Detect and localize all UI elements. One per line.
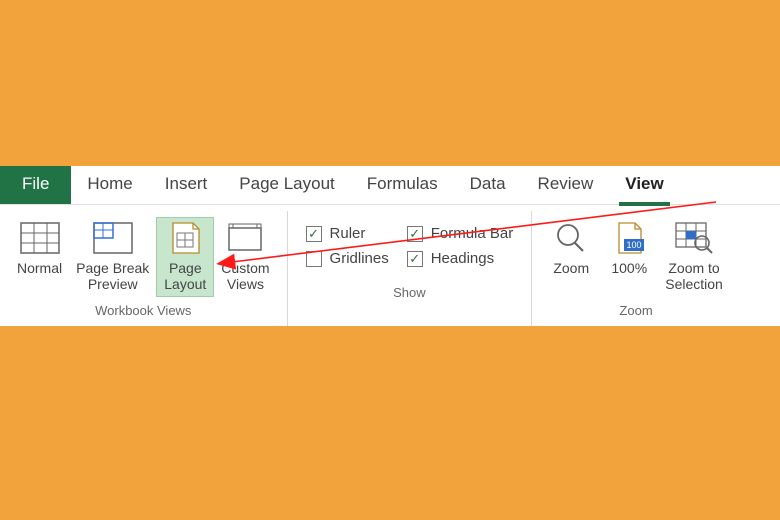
- formula-bar-label: Formula Bar: [431, 225, 514, 242]
- tab-page-layout[interactable]: Page Layout: [223, 166, 350, 204]
- tab-file[interactable]: File: [0, 166, 71, 204]
- tab-view[interactable]: View: [609, 166, 679, 204]
- formula-bar-checkbox[interactable]: ✓ Formula Bar: [407, 225, 514, 242]
- normal-button[interactable]: Normal: [10, 217, 69, 297]
- custom-views-label: Custom Views: [221, 260, 269, 294]
- tab-home[interactable]: Home: [71, 166, 148, 204]
- checkbox-icon: ✓: [407, 226, 423, 242]
- group-title-zoom: Zoom: [619, 301, 652, 322]
- group-title-workbook-views: Workbook Views: [95, 301, 191, 322]
- excel-ribbon: File Home Insert Page Layout Formulas Da…: [0, 166, 780, 326]
- ribbon-body: Normal Page Break Preview: [0, 204, 780, 326]
- ruler-checkbox[interactable]: ✓ Ruler: [306, 225, 389, 242]
- page-layout-button[interactable]: Page Layout: [156, 217, 214, 297]
- checkbox-icon: [306, 251, 322, 267]
- page-break-label: Page Break Preview: [76, 260, 149, 294]
- normal-label: Normal: [17, 260, 62, 294]
- gridlines-checkbox[interactable]: Gridlines: [306, 250, 389, 267]
- hundred-percent-label: 100%: [611, 260, 647, 294]
- page-layout-icon: [163, 220, 207, 256]
- gridlines-label: Gridlines: [330, 250, 389, 267]
- page-break-preview-button[interactable]: Page Break Preview: [69, 217, 156, 297]
- group-zoom: Zoom 100 100%: [532, 211, 740, 326]
- hundred-percent-button[interactable]: 100 100%: [600, 217, 658, 297]
- hundred-percent-icon: 100: [607, 220, 651, 256]
- group-title-show: Show: [393, 283, 426, 304]
- page-layout-label: Page Layout: [164, 260, 206, 294]
- ribbon-tabs: File Home Insert Page Layout Formulas Da…: [0, 166, 780, 204]
- tab-data[interactable]: Data: [454, 166, 522, 204]
- checkbox-icon: ✓: [407, 251, 423, 267]
- custom-views-button[interactable]: Custom Views: [214, 217, 276, 297]
- magnifier-icon: [549, 220, 593, 256]
- zoom-to-selection-button[interactable]: Zoom to Selection: [658, 217, 730, 297]
- normal-icon: [18, 220, 62, 256]
- headings-checkbox[interactable]: ✓ Headings: [407, 250, 514, 267]
- zoom-button[interactable]: Zoom: [542, 217, 600, 297]
- zoom-to-selection-icon: [672, 220, 716, 256]
- tab-insert[interactable]: Insert: [149, 166, 224, 204]
- svg-text:100: 100: [627, 240, 642, 250]
- group-workbook-views: Normal Page Break Preview: [0, 211, 288, 326]
- zoom-to-selection-label: Zoom to Selection: [665, 260, 723, 294]
- group-show: ✓ Ruler ✓ Formula Bar Gridlines ✓ Headin…: [288, 211, 533, 326]
- checkbox-icon: ✓: [306, 226, 322, 242]
- zoom-label: Zoom: [553, 260, 589, 294]
- headings-label: Headings: [431, 250, 494, 267]
- custom-views-icon: [223, 220, 267, 256]
- tab-formulas[interactable]: Formulas: [351, 166, 454, 204]
- ruler-label: Ruler: [330, 225, 366, 242]
- tab-review[interactable]: Review: [522, 166, 610, 204]
- page-break-icon: [91, 220, 135, 256]
